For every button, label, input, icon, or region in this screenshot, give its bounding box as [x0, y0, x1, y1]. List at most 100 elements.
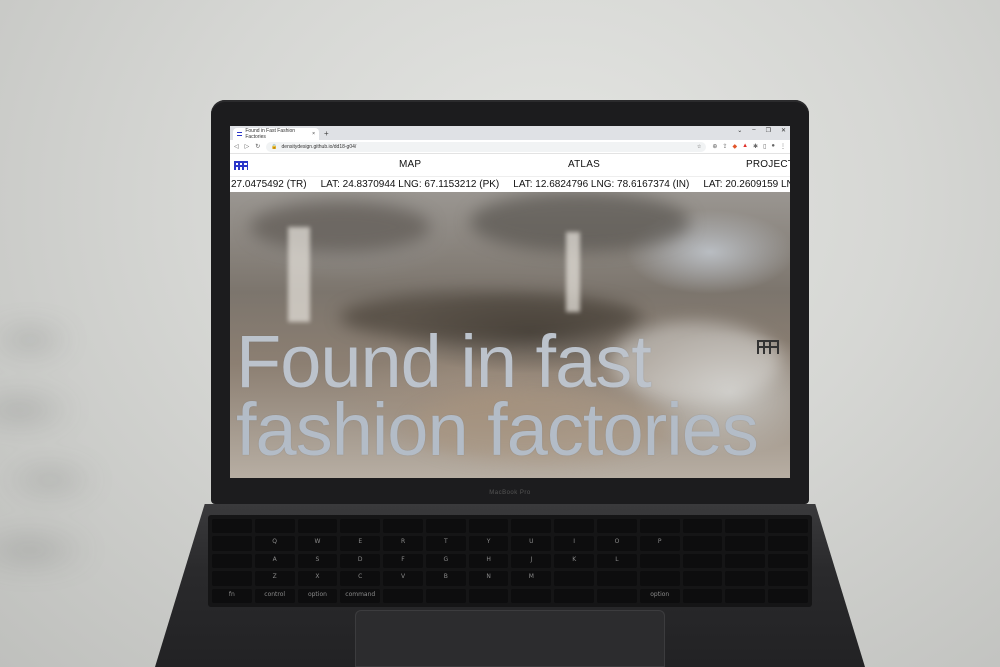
keyboard-key[interactable]	[639, 553, 680, 569]
keyboard-key[interactable]	[768, 588, 808, 603]
keyboard-key[interactable]	[554, 571, 595, 586]
keyboard-key[interactable]	[554, 519, 595, 534]
zoom-icon[interactable]: ⊕	[712, 143, 717, 150]
keyboard-key[interactable]: O	[597, 536, 637, 551]
keyboard-key[interactable]: K	[554, 553, 595, 569]
keyboard-key[interactable]	[383, 588, 423, 603]
keyboard-key[interactable]: Y	[468, 536, 509, 551]
keyboard-key[interactable]	[639, 571, 680, 586]
keyboard-key[interactable]	[682, 588, 723, 603]
omnibox[interactable]: 🔒 densitydesign.github.io/dd18-g04/ ☆	[266, 141, 707, 152]
keyboard-key[interactable]	[639, 519, 680, 534]
keyboard-key[interactable]: I	[554, 536, 595, 551]
keyboard-key[interactable]: H	[468, 553, 509, 569]
menu-kebab-icon[interactable]: ⋮	[780, 143, 786, 150]
keyboard-key[interactable]: U	[511, 536, 552, 551]
keyboard-key[interactable]	[597, 571, 637, 586]
keyboard-key[interactable]	[383, 519, 423, 534]
keyboard-key[interactable]	[340, 519, 381, 534]
hero-title-line2: fashion factories	[236, 388, 759, 471]
keyboard-key[interactable]: P	[639, 536, 680, 551]
keyboard-key[interactable]	[212, 553, 252, 569]
keyboard-key[interactable]: E	[340, 536, 381, 551]
profile-icon[interactable]: ●	[771, 143, 775, 150]
keyboard-key[interactable]: N	[468, 571, 509, 586]
new-tab-button[interactable]: +	[324, 128, 329, 140]
keyboard-key[interactable]: control	[254, 588, 295, 603]
keyboard-key[interactable]	[725, 553, 766, 569]
keyboard-key[interactable]	[511, 519, 552, 534]
tab-close-icon[interactable]: ×	[312, 131, 315, 137]
keyboard-key[interactable]	[425, 588, 466, 603]
keyboard-key[interactable]: V	[383, 571, 423, 586]
keyboard-key[interactable]	[682, 571, 723, 586]
keyboard-key[interactable]	[254, 519, 295, 534]
keyboard-key[interactable]: X	[297, 571, 338, 586]
extensions-puzzle-icon[interactable]: ✱	[753, 143, 758, 150]
keyboard-key[interactable]	[725, 519, 766, 534]
keyboard-key[interactable]	[682, 553, 723, 569]
keyboard-key[interactable]	[682, 519, 723, 534]
hero-texture	[250, 202, 430, 252]
keyboard-key[interactable]: T	[425, 536, 466, 551]
keyboard-key[interactable]: W	[297, 536, 338, 551]
tab-active[interactable]: Found in Fast Fashion Factories ×	[233, 128, 319, 140]
keyboard-key[interactable]: G	[425, 553, 466, 569]
keyboard-key[interactable]: B	[425, 571, 466, 586]
keyboard-key[interactable]: Q	[254, 536, 295, 551]
minimize-button[interactable]: –	[752, 127, 755, 134]
keyboard-key[interactable]	[768, 519, 808, 534]
keyboard-key[interactable]: C	[340, 571, 381, 586]
share-icon[interactable]: ⇪	[722, 143, 727, 150]
keyboard-key[interactable]	[597, 519, 637, 534]
keyboard-key[interactable]: R	[383, 536, 423, 551]
back-button[interactable]: ◁	[234, 143, 239, 150]
keyboard-key[interactable]: Z	[254, 571, 295, 586]
keyboard-key[interactable]	[725, 571, 766, 586]
keyboard-key[interactable]: J	[511, 553, 552, 569]
keyboard-key[interactable]	[468, 588, 509, 603]
keyboard-key[interactable]	[511, 588, 552, 603]
keyboard-key[interactable]	[725, 588, 766, 603]
keyboard-key[interactable]: D	[340, 553, 381, 569]
keyboard-key[interactable]: option	[639, 588, 680, 603]
keyboard-key[interactable]	[554, 588, 595, 603]
close-window-button[interactable]: ✕	[781, 127, 786, 134]
trackpad[interactable]	[355, 610, 665, 667]
hero-title-line1: Found in fast	[236, 320, 652, 403]
nav-map[interactable]: MAP	[399, 159, 421, 170]
keyboard-key[interactable]	[768, 553, 808, 569]
keyboard-key[interactable]: F	[383, 553, 423, 569]
bookmark-star-icon[interactable]: ☆	[697, 144, 701, 150]
keyboard-key[interactable]: S	[297, 553, 338, 569]
keyboard-key[interactable]	[768, 571, 808, 586]
keyboard-key[interactable]: option	[297, 588, 338, 603]
keyboard-key[interactable]	[425, 519, 466, 534]
brave-shield-icon[interactable]: ◆	[732, 143, 737, 150]
keyboard-key[interactable]	[212, 571, 252, 586]
keyboard-key[interactable]	[468, 519, 509, 534]
keyboard-key[interactable]	[725, 536, 766, 551]
keyboard-key[interactable]: A	[254, 553, 295, 569]
keyboard-key[interactable]: command	[340, 588, 381, 603]
keyboard-key[interactable]: M	[511, 571, 552, 586]
forward-button[interactable]: ▷	[245, 143, 250, 150]
keyboard-key[interactable]	[682, 536, 723, 551]
ticker-item: 27.0475492 (TR)	[231, 179, 307, 190]
keyboard-key[interactable]	[212, 519, 252, 534]
brave-rewards-icon[interactable]: ▲	[742, 143, 748, 150]
nav-atlas[interactable]: ATLAS	[568, 159, 600, 170]
keyboard-key[interactable]	[597, 588, 637, 603]
keyboard-key[interactable]	[297, 519, 338, 534]
reload-button[interactable]: ↻	[255, 143, 260, 150]
keyboard-key[interactable]: L	[597, 553, 637, 569]
nav-project[interactable]: PROJECT	[746, 159, 790, 170]
keyboard-key[interactable]: fn	[212, 588, 252, 603]
keyboard-key[interactable]	[212, 536, 252, 551]
tab-search-icon[interactable]: ⌄	[737, 127, 742, 134]
keyboard-key[interactable]	[768, 536, 808, 551]
site-logo-icon[interactable]	[234, 160, 248, 170]
sidebar-icon[interactable]: ▯	[763, 143, 766, 150]
maximize-button[interactable]: ❐	[766, 127, 771, 134]
window-controls: ⌄ – ❐ ✕	[737, 127, 786, 134]
